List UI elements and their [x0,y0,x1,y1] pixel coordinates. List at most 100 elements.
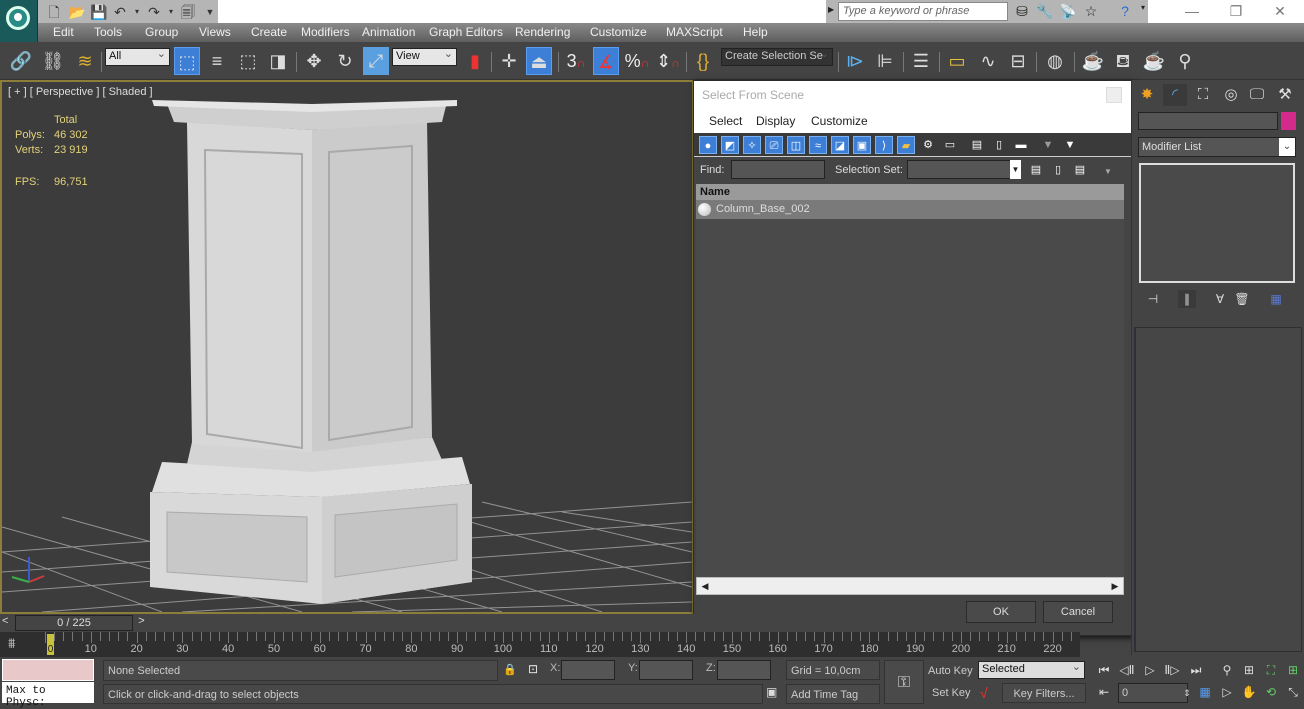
menu-rendering[interactable]: Rendering [515,25,570,39]
unlink-icon[interactable]: ⛓ [40,47,66,75]
play-icon[interactable]: ▷ [1141,661,1159,679]
layer-manager-icon[interactable]: ☰ [908,47,934,75]
remove-modifier-icon[interactable]: 🗑 [1233,290,1251,308]
scroll-left-icon[interactable]: ◀ [697,578,713,594]
keyboard-shortcut-override-icon[interactable]: ⏏ [526,47,552,75]
bind-spacewarp-icon[interactable]: ≋ [72,47,98,75]
redo-dropdown-icon[interactable]: ▾ [168,4,174,20]
material-editor-icon[interactable]: ◍ [1042,47,1068,75]
modifier-stack[interactable] [1139,163,1295,283]
rotate-icon[interactable]: ↻ [332,47,358,75]
time-slider[interactable]: < 0 / 225 > [0,614,694,632]
previous-frame-icon[interactable]: ◁Ⅱ [1118,661,1136,679]
display-none-icon[interactable]: ▯ [990,136,1008,154]
open-icon[interactable]: 📂 [68,4,85,20]
options-dropdown-icon[interactable]: ▼ [1099,163,1117,181]
rectangular-selection-icon[interactable]: ⬚ [235,47,261,75]
menu-help[interactable]: Help [743,25,768,39]
dialog-menu-customize[interactable]: Customize [811,114,868,128]
modifier-list-dropdown[interactable]: Modifier List ⌄ [1138,137,1296,157]
object-color-swatch[interactable] [1281,112,1296,130]
window-crossing-icon[interactable]: ◨ [265,47,291,75]
hierarchy-tab-icon[interactable]: ⛶ [1191,84,1215,106]
menu-customize[interactable]: Customize [590,25,647,39]
track-bar[interactable]: ⩩ 10 20 30 40 50 60 70 80 90 100 110 120 130 140 150 16… [0,632,1080,657]
menu-graph-editors[interactable]: Graph Editors [429,25,503,39]
perspective-viewport[interactable]: [ + ] [ Perspective ] [ Shaded ] Total P… [0,80,694,614]
dialog-menu-display[interactable]: Display [756,114,795,128]
menu-edit[interactable]: Edit [53,25,74,39]
expand-icon[interactable]: ▶ [828,5,834,14]
scale-icon[interactable]: ⤢ [363,47,389,75]
filter-icon[interactable]: ▼ [1039,136,1057,154]
utilities-tab-icon[interactable]: ⚒ [1273,84,1297,106]
key-filters-button[interactable]: Key Filters... [1002,683,1086,703]
pivot-center-icon[interactable]: ▮ [462,47,488,75]
current-frame-marker[interactable]: 0 [47,634,54,655]
undo-dropdown-icon[interactable]: ▾ [134,4,140,20]
minimize-button[interactable]: — [1170,0,1214,23]
go-to-start-icon[interactable]: ⏮ [1095,661,1113,679]
render-setup-icon[interactable]: ☕ [1080,47,1106,75]
maximize-viewport-icon[interactable]: ⤡ [1284,683,1302,701]
cancel-button[interactable]: Cancel [1043,601,1113,623]
key-icon[interactable]: 🔧 [1036,3,1054,21]
project-icon[interactable]: 🗐 [180,4,196,20]
horizontal-scrollbar[interactable]: ◀ ▶ [696,577,1124,595]
time-slider-thumb[interactable]: 0 / 225 [15,615,133,631]
communication-icon[interactable]: 📡 [1059,3,1077,21]
absolute-mode-icon[interactable]: ⊡ [528,662,538,676]
schematic-view-icon[interactable]: ⊟ [1005,47,1031,75]
go-to-end-icon[interactable]: ⏭ [1187,661,1205,679]
menu-group[interactable]: Group [145,25,178,39]
search-input[interactable]: Type a keyword or phrase [838,2,1008,21]
display-spacewarps-icon[interactable]: ≈ [809,136,827,154]
display-shapes-icon[interactable]: ◩ [721,136,739,154]
next-frame-button[interactable]: > [134,615,149,631]
set-key-button[interactable]: Set Key [932,687,971,699]
selection-filter-dropdown[interactable]: All [105,47,170,66]
display-containers-icon[interactable]: ▰ [897,136,915,154]
create-tab-icon[interactable]: ✸ [1135,84,1159,106]
restore-button[interactable]: ❐ [1214,0,1258,23]
help-dropdown-icon[interactable]: ▾ [1134,3,1152,21]
make-unique-icon[interactable]: ∀ [1211,290,1229,308]
configure-modifier-sets-icon[interactable]: ▦ [1267,290,1285,308]
display-groups-icon[interactable]: ◪ [831,136,849,154]
percent-snap-icon[interactable]: %∩ [624,47,650,75]
show-end-result-icon[interactable]: ∥ [1178,290,1196,308]
move-icon[interactable]: ✥ [301,47,327,75]
named-selection-set-dropdown[interactable]: Create Selection Se [721,47,833,66]
next-frame-icon[interactable]: Ⅱ▷ [1163,661,1181,679]
menu-create[interactable]: Create [251,25,287,39]
ok-button[interactable]: OK [966,601,1036,623]
selection-set-dropdown[interactable] [907,160,1021,179]
display-invert-icon[interactable]: ▬ [1012,136,1030,154]
scroll-right-icon[interactable]: ▶ [1107,578,1123,594]
key-mode-dropdown[interactable]: Selected [978,660,1085,679]
zoom-all-icon[interactable]: ⊞ [1240,661,1258,679]
key-mode-toggle-icon[interactable]: ⇤ [1095,683,1113,701]
scene-explorer-icon[interactable]: ▭ [944,47,970,75]
selection-lock-icon[interactable]: 🔒 [503,663,517,676]
find-input[interactable] [731,160,825,179]
display-geometry-icon[interactable]: ● [699,136,717,154]
auto-key-button[interactable]: Auto Key [928,665,973,677]
customize-qat-icon[interactable]: ▼ [202,4,218,20]
select-manipulate-icon[interactable]: ✛ [496,47,522,75]
rendered-frame-window-icon[interactable]: ⛾ [1110,47,1136,75]
display-cameras-icon[interactable]: ⎚ [765,136,783,154]
motion-tab-icon[interactable]: ◎ [1219,84,1243,106]
dialog-menu-select[interactable]: Select [709,114,742,128]
orbit-icon[interactable]: ⟲ [1262,683,1280,701]
filter-settings-icon[interactable]: ▼ [1061,136,1079,154]
list-item[interactable]: Column_Base_002 [696,200,1124,219]
add-time-tag-button[interactable]: Add Time Tag [786,684,880,704]
x-coordinate-field[interactable] [561,660,615,680]
render-in-cloud-icon[interactable]: ⚲ [1172,47,1198,75]
display-hidden-icon[interactable]: ▭ [941,136,959,154]
pan-view-icon[interactable]: ✋ [1240,683,1258,701]
y-coordinate-field[interactable] [639,660,693,680]
menu-modifiers[interactable]: Modifiers [301,25,350,39]
mirror-icon[interactable]: ⧐ [842,47,868,75]
